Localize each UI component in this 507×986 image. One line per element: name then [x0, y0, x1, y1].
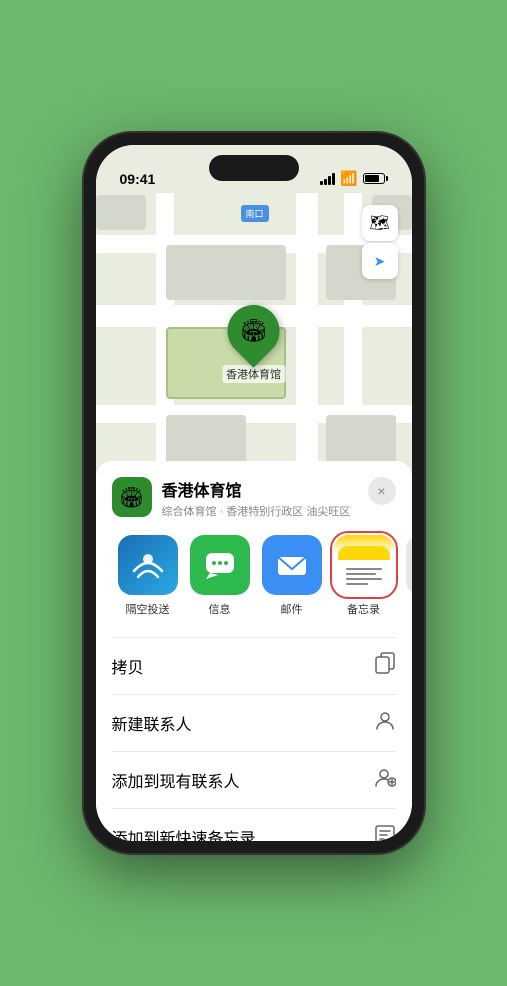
- notes-icon-box: [334, 535, 394, 595]
- share-icons-row: 隔空投送 信息: [112, 535, 396, 617]
- venue-info: 香港体育馆 综合体育馆 · 香港特别行政区 油尖旺区: [162, 477, 368, 519]
- phone-frame: 09:41 📶: [84, 133, 424, 853]
- mail-icon-box: [262, 535, 322, 595]
- phone-screen: 09:41 📶: [96, 145, 412, 841]
- action-quick-note[interactable]: 添加到新快速备忘录: [112, 808, 396, 841]
- add-contact-label: 添加到现有联系人: [112, 768, 240, 792]
- signal-bars-icon: [320, 173, 335, 185]
- copy-label: 拷贝: [112, 654, 144, 678]
- bottom-sheet: 🏟 香港体育馆 综合体育馆 · 香港特别行政区 油尖旺区 ×: [96, 461, 412, 841]
- venue-header: 🏟 香港体育馆 综合体育馆 · 香港特别行政区 油尖旺区 ×: [112, 477, 396, 519]
- share-messages[interactable]: 信息: [184, 535, 256, 617]
- new-contact-icon: [374, 709, 396, 737]
- share-notes[interactable]: 备忘录: [328, 535, 400, 617]
- venue-subtitle: 综合体育馆 · 香港特别行政区 油尖旺区: [162, 503, 368, 519]
- map-controls: 🗺 ➤: [362, 205, 398, 279]
- venue-name: 香港体育馆: [162, 477, 368, 501]
- share-more[interactable]: 推: [400, 535, 412, 617]
- share-airdrop[interactable]: 隔空投送: [112, 535, 184, 617]
- messages-label: 信息: [209, 601, 231, 617]
- map-layers-button[interactable]: 🗺: [362, 205, 398, 241]
- wifi-icon: 📶: [340, 170, 357, 187]
- action-new-contact[interactable]: 新建联系人: [112, 694, 396, 751]
- close-button[interactable]: ×: [368, 477, 396, 505]
- action-rows-container: 拷贝 新建联系人: [112, 637, 396, 841]
- venue-icon: 🏟: [112, 477, 152, 517]
- stadium-pin: 🏟 香港体育馆: [222, 305, 285, 383]
- action-add-contact[interactable]: 添加到现有联系人: [112, 751, 396, 808]
- messages-icon-box: [190, 535, 250, 595]
- mail-label: 邮件: [281, 601, 303, 617]
- notes-label: 备忘录: [347, 601, 380, 617]
- status-time: 09:41: [120, 171, 156, 187]
- status-icons: 📶: [320, 170, 387, 187]
- more-icon-box: [406, 535, 412, 595]
- new-contact-label: 新建联系人: [112, 711, 192, 735]
- quick-note-label: 添加到新快速备忘录: [112, 825, 256, 841]
- map-location-button[interactable]: ➤: [362, 243, 398, 279]
- action-copy[interactable]: 拷贝: [112, 638, 396, 694]
- quick-note-icon: [374, 823, 396, 841]
- map-south-entrance-label: 南口: [241, 205, 269, 222]
- copy-icon: [374, 652, 396, 680]
- airdrop-icon-box: [118, 535, 178, 595]
- add-contact-icon: [374, 766, 396, 794]
- share-mail[interactable]: 邮件: [256, 535, 328, 617]
- dynamic-island: [209, 155, 299, 181]
- airdrop-label: 隔空投送: [126, 601, 170, 617]
- battery-icon: [363, 173, 388, 184]
